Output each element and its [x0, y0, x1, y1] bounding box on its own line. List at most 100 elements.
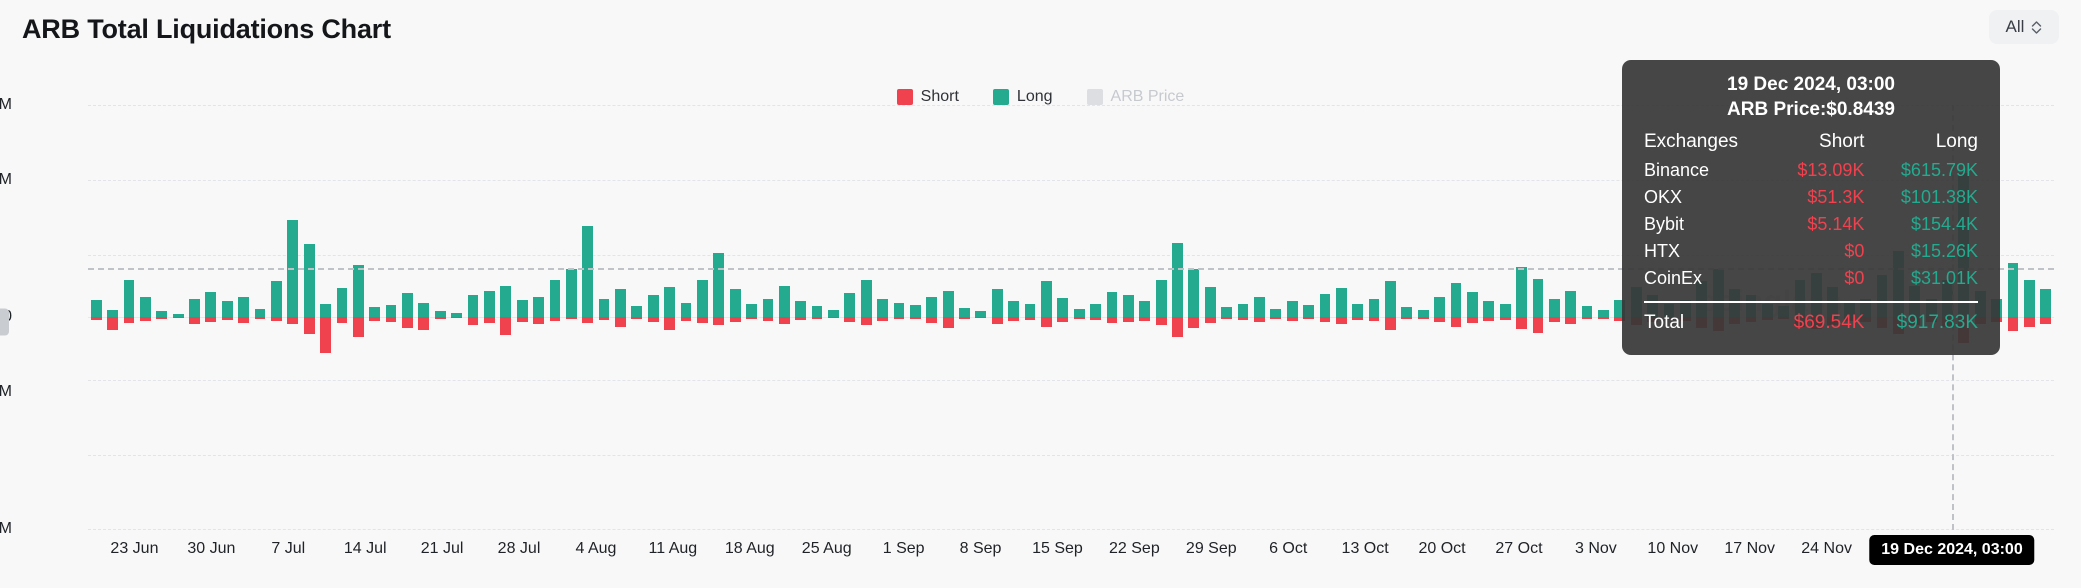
bar-short	[615, 317, 626, 327]
bar-long	[516, 300, 528, 317]
bar-short	[369, 317, 381, 321]
x-axis-label: 8 Sep	[959, 540, 1002, 557]
bar-long	[1352, 303, 1364, 317]
tooltip-total-long: $917.83K	[1896, 312, 1978, 333]
crosshair-y-value-badge: 944,380.38	[0, 308, 9, 336]
y-axis-label: $4.09M	[0, 171, 12, 188]
chevron-updown-icon	[2031, 20, 2042, 35]
bar-short	[647, 317, 659, 322]
bar-long	[1254, 296, 1265, 317]
x-axis-label: 15 Sep	[1032, 540, 1083, 557]
bar-short	[860, 317, 872, 326]
tooltip-total-row: Total $69.54K $917.83K	[1644, 307, 1978, 337]
tooltip-divider	[1644, 301, 1978, 303]
bar-short	[893, 317, 905, 320]
bar-short	[1139, 317, 1151, 321]
bar-long	[582, 225, 594, 317]
bar-long	[369, 307, 381, 317]
tooltip-price: ARB Price:$0.8439	[1727, 99, 1895, 120]
bar-short	[909, 317, 921, 319]
bar-short	[385, 317, 397, 322]
tooltip-row: CoinEx $0 $31.01K	[1644, 265, 1978, 292]
bar-long	[549, 279, 561, 317]
bar-long	[1565, 290, 1577, 317]
bar-short	[926, 317, 938, 323]
tooltip-col-exchanges: Exchanges	[1644, 131, 1739, 152]
tooltip-cell-short: $13.09K	[1797, 160, 1865, 180]
bar-long	[1122, 295, 1134, 317]
bar-short	[303, 317, 315, 334]
bar-long	[1270, 308, 1282, 317]
y-axis-label: $8.18M	[0, 520, 12, 537]
bar-long	[811, 306, 823, 317]
bar-short	[565, 317, 577, 320]
legend-label: ARB Price	[1110, 88, 1185, 105]
chart-tooltip: 19 Dec 2024, 03:00 ARB Price:$0.8439 Exc…	[1622, 60, 2000, 355]
bar-long	[860, 279, 872, 317]
bar-long	[1008, 301, 1020, 317]
x-axis-label: 22 Sep	[1109, 540, 1160, 557]
bar-long	[271, 281, 282, 317]
bar-short	[2024, 317, 2035, 327]
x-axis-label: 1 Sep	[882, 540, 925, 557]
bar-short	[90, 317, 102, 320]
bar-short	[1368, 317, 1380, 322]
bar-long	[1041, 281, 1052, 317]
x-axis-label: 7 Jul	[271, 540, 306, 557]
tooltip-header-row: Exchanges Short Long	[1644, 128, 1978, 157]
bar-short	[664, 317, 675, 331]
bar-long	[107, 309, 118, 317]
bar-long	[631, 306, 643, 317]
bar-long	[795, 301, 807, 317]
x-axis-label: 3 Nov	[1574, 540, 1617, 557]
bar-long	[2024, 279, 2035, 317]
tooltip-col-short: Short	[1819, 131, 1865, 152]
bar-short	[1172, 317, 1183, 338]
bar-short	[942, 317, 954, 328]
bar-short	[1417, 317, 1429, 319]
bar-long	[877, 299, 888, 317]
bar-short	[713, 317, 725, 326]
legend-item-arb-price[interactable]: ARB Price	[1086, 88, 1185, 106]
bar-short	[402, 317, 413, 328]
bar-short	[221, 317, 233, 320]
bar-short	[729, 317, 741, 322]
time-range-select[interactable]: All	[1989, 10, 2059, 44]
bar-short	[451, 317, 463, 319]
bar-long	[336, 288, 348, 317]
bar-short	[1401, 317, 1413, 320]
bar-long	[746, 303, 757, 317]
x-axis: 23 Jun 30 Jun 7 Jul 14 Jul 21 Jul 28 Jul 4 Aug…	[88, 540, 2054, 568]
bar-short	[828, 317, 839, 319]
bar-long	[1466, 291, 1478, 317]
bar-short	[1581, 317, 1593, 320]
bar-short	[1122, 317, 1134, 322]
bar-short	[205, 317, 217, 322]
bar-short	[959, 317, 970, 320]
bar-short	[680, 317, 692, 321]
bar-long	[483, 290, 495, 317]
tooltip-total-label: Total	[1644, 312, 1685, 333]
bar-long	[402, 293, 413, 317]
tooltip-cell-long: $101.38K	[1900, 187, 1978, 207]
bar-long	[844, 293, 856, 317]
tooltip-col-long: Long	[1935, 131, 1978, 152]
bar-short	[1319, 317, 1331, 323]
x-axis-label: 4 Aug	[575, 540, 617, 557]
bar-long	[1286, 301, 1298, 317]
legend-item-long[interactable]: Long	[992, 88, 1053, 106]
bar-short	[434, 317, 446, 320]
bar-long	[1450, 283, 1462, 317]
x-axis-label: 23 Jun	[110, 540, 159, 557]
bar-long	[598, 299, 610, 317]
legend-swatch-icon	[1086, 89, 1103, 105]
tooltip-date: 19 Dec 2024, 03:00	[1727, 74, 1895, 95]
bar-short	[1335, 317, 1347, 325]
legend-item-short[interactable]: Short	[896, 88, 959, 106]
bar-long	[90, 300, 102, 317]
bar-short	[1434, 317, 1446, 322]
bar-short	[1057, 317, 1069, 322]
bar-short	[1254, 317, 1265, 322]
bar-short	[533, 317, 544, 325]
bar-long	[1319, 294, 1331, 317]
